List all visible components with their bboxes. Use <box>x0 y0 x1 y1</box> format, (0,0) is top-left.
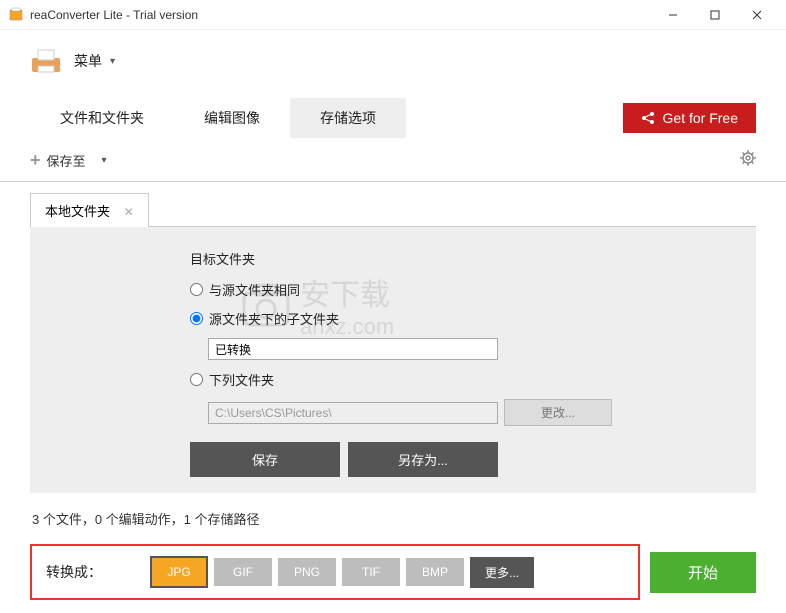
subtab-local-folder[interactable]: 本地文件夹 ✕ <box>30 193 149 227</box>
format-tif-button[interactable]: TIF <box>342 558 400 586</box>
radio-specific-label: 下列文件夹 <box>209 370 274 389</box>
format-more-button[interactable]: 更多... <box>470 557 534 588</box>
format-bmp-button[interactable]: BMP <box>406 558 464 586</box>
printer-icon <box>30 48 62 74</box>
save-as-button[interactable]: 另存为... <box>348 442 498 477</box>
change-folder-button: 更改... <box>504 399 612 426</box>
menu-button[interactable]: 菜单 <box>74 51 102 71</box>
saveto-label: 保存至 <box>47 151 86 170</box>
close-button[interactable] <box>736 1 778 29</box>
tab-files[interactable]: 文件和文件夹 <box>30 98 174 138</box>
status-text: 3 个文件，0 个编辑动作，1 个存储路径 <box>0 493 786 538</box>
subtab-label: 本地文件夹 <box>45 204 110 219</box>
radio-subfolder-label: 源文件夹下的子文件夹 <box>209 309 339 328</box>
share-icon <box>641 111 655 125</box>
menubar: 菜单 ▾ <box>0 30 786 86</box>
convert-to-label: 转换成： <box>46 562 102 582</box>
radio-subfolder[interactable]: 源文件夹下的子文件夹 <box>190 309 736 328</box>
app-icon <box>8 7 24 23</box>
radio-specific-input[interactable] <box>190 373 203 386</box>
close-icon[interactable]: ✕ <box>124 205 134 219</box>
settings-button[interactable] <box>740 150 756 171</box>
gear-icon <box>740 150 756 166</box>
radio-same-input[interactable] <box>190 283 203 296</box>
radio-same-label: 与源文件夹相同 <box>209 280 300 299</box>
tab-storage[interactable]: 存储选项 <box>290 98 406 138</box>
minimize-button[interactable] <box>652 1 694 29</box>
caret-down-icon: ▾ <box>102 155 107 166</box>
save-button[interactable]: 保存 <box>190 442 340 477</box>
caret-down-icon: ▾ <box>110 56 115 67</box>
toolbar: + 保存至 ▾ <box>0 140 786 182</box>
start-button[interactable]: 开始 <box>650 552 756 593</box>
window-title: reaConverter Lite - Trial version <box>30 8 652 22</box>
radio-same-as-source[interactable]: 与源文件夹相同 <box>190 280 736 299</box>
titlebar: reaConverter Lite - Trial version <box>0 0 786 30</box>
subfolder-name-input[interactable] <box>208 338 498 360</box>
format-png-button[interactable]: PNG <box>278 558 336 586</box>
get-for-free-button[interactable]: Get for Free <box>623 103 756 133</box>
saveto-button[interactable]: + 保存至 ▾ <box>30 146 107 175</box>
subtab-row: 本地文件夹 ✕ <box>30 192 756 227</box>
radio-subfolder-input[interactable] <box>190 312 203 325</box>
maximize-button[interactable] <box>694 1 736 29</box>
main-tabs: 文件和文件夹 编辑图像 存储选项 Get for Free <box>0 98 786 138</box>
format-jpg-button[interactable]: JPG <box>150 556 208 588</box>
get-for-free-label: Get for Free <box>663 110 738 126</box>
radio-specific-folder[interactable]: 下列文件夹 <box>190 370 736 389</box>
format-gif-button[interactable]: GIF <box>214 558 272 586</box>
panel-title: 目标文件夹 <box>190 249 736 268</box>
plus-icon: + <box>30 150 41 171</box>
folder-path-input <box>208 402 498 424</box>
target-folder-panel: 目标文件夹 与源文件夹相同 源文件夹下的子文件夹 下列文件夹 更改... 保存 … <box>30 227 756 493</box>
convert-box: 转换成： JPG GIF PNG TIF BMP 更多... <box>30 544 640 600</box>
tab-edit[interactable]: 编辑图像 <box>174 98 290 138</box>
convert-row: 转换成： JPG GIF PNG TIF BMP 更多... 开始 <box>30 544 756 600</box>
